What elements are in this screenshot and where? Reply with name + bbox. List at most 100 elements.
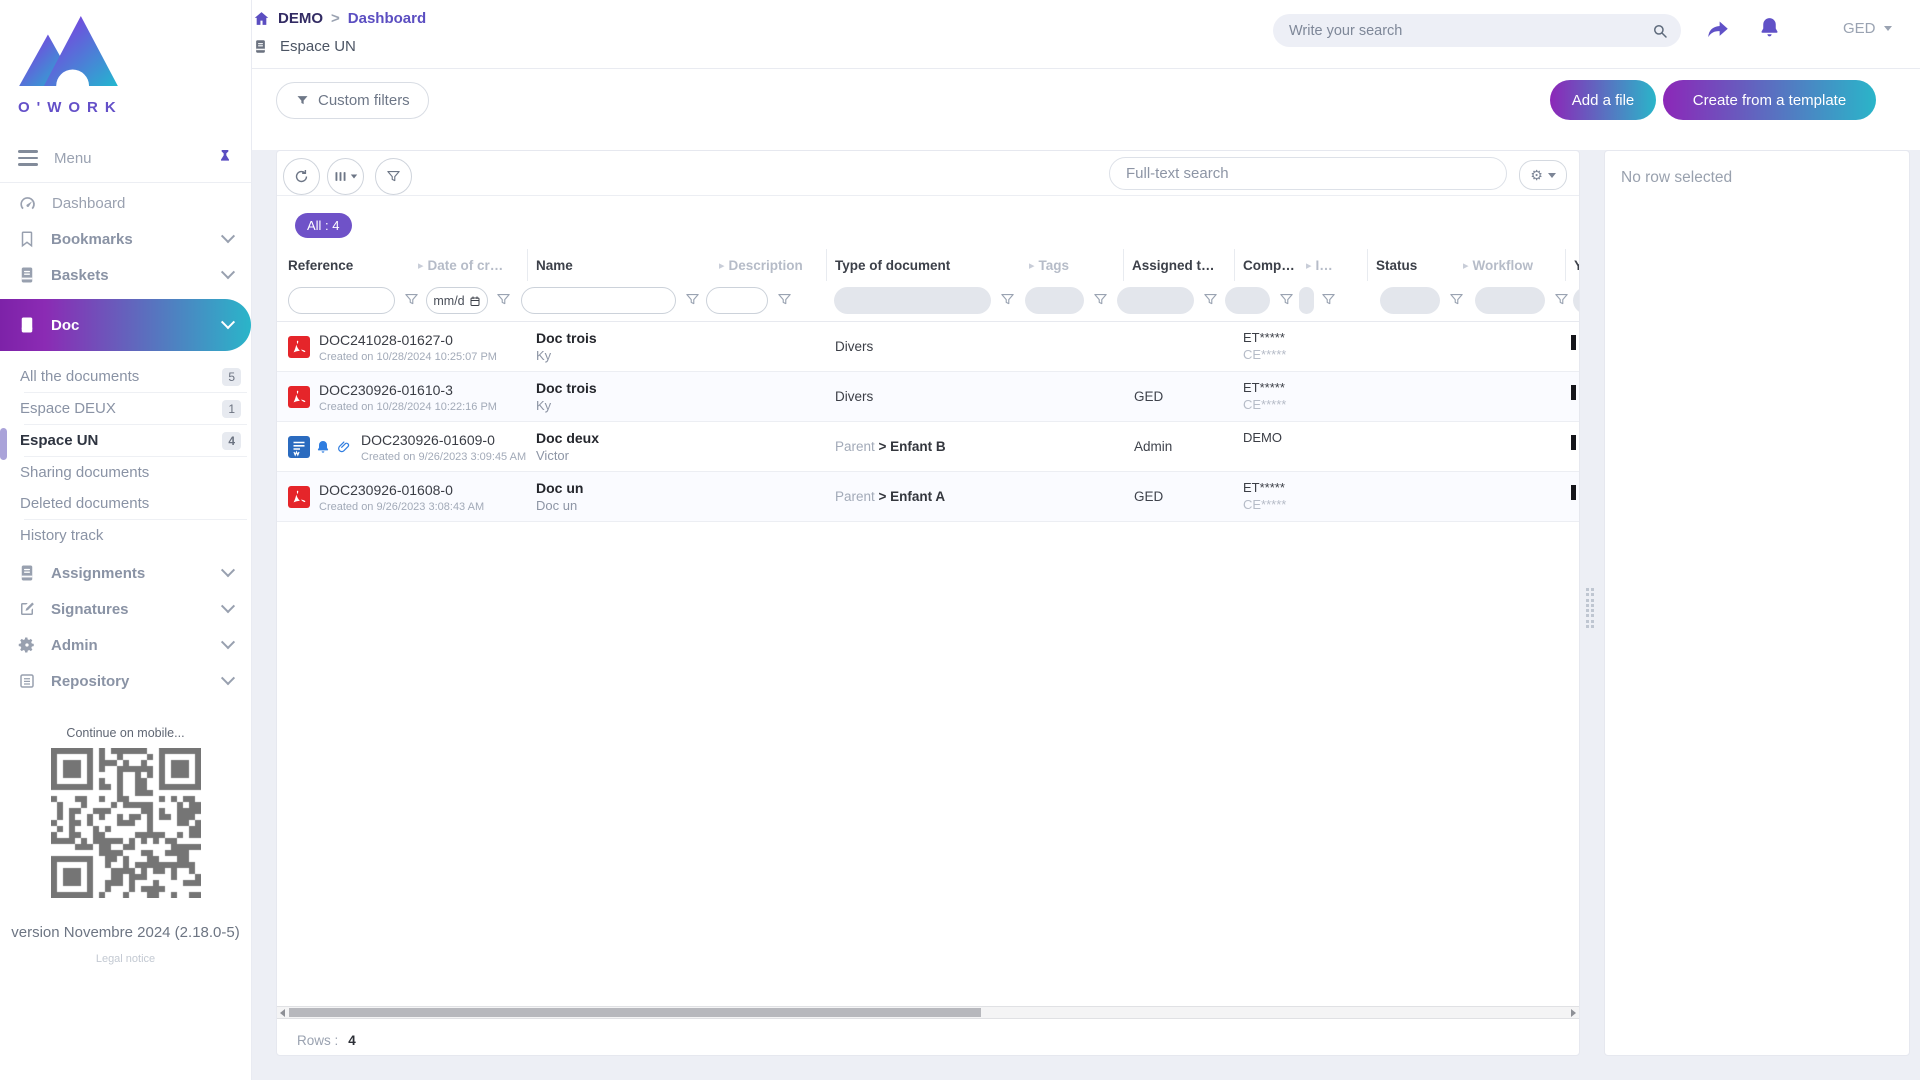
name-cell: Doc trois Ky	[536, 330, 597, 363]
funnel-icon[interactable]	[403, 291, 420, 308]
document-reference: DOC230926-01610-3	[319, 381, 453, 398]
filter-date-input[interactable]: mm/d	[426, 287, 488, 314]
funnel-icon[interactable]	[1202, 291, 1219, 308]
funnel-icon[interactable]	[1278, 291, 1295, 308]
sidebar-item-deleted-documents[interactable]: Deleted documents	[0, 488, 251, 519]
filter-description-input[interactable]	[707, 288, 767, 313]
sidebar-item-signatures[interactable]: Signatures	[0, 591, 251, 627]
chevron-down-icon	[220, 229, 236, 244]
funnel-icon[interactable]	[999, 291, 1016, 308]
table-row[interactable]: DOC241028-01627-0 Created on 10/28/2024 …	[277, 322, 1579, 372]
reference-cell: DOC241028-01627-0 Created on 10/28/2024 …	[288, 322, 497, 372]
column-header-tags[interactable]: Tags	[1029, 249, 1121, 281]
filter-workflow[interactable]	[1475, 287, 1545, 314]
search-icon[interactable]	[1651, 22, 1669, 40]
sidebar-item-doc[interactable]: Doc	[0, 299, 251, 351]
page-subtitle: Espace UN	[253, 38, 356, 55]
columns-button[interactable]	[327, 158, 364, 195]
filters-button[interactable]	[375, 158, 412, 195]
scroll-right-arrow[interactable]	[1571, 1009, 1576, 1017]
filter-type[interactable]	[834, 287, 991, 314]
sidebar-item-admin[interactable]: Admin	[0, 627, 251, 663]
result-count-badge[interactable]: All : 4	[295, 213, 352, 238]
sidebar-item-espace-un[interactable]: Espace UN 4	[0, 425, 251, 456]
document-created: Created on 10/28/2024 10:22:16 PM	[319, 400, 497, 413]
panel-resize-handle[interactable]	[1586, 588, 1596, 628]
create-from-template-button[interactable]: Create from a template	[1663, 80, 1876, 120]
menu-toggle[interactable]: Menu	[0, 140, 251, 176]
fulltext-search-input[interactable]	[1109, 157, 1507, 190]
column-header-description[interactable]: Description	[719, 249, 823, 281]
funnel-icon[interactable]	[1448, 291, 1465, 308]
funnel-icon[interactable]	[1553, 291, 1570, 308]
sidebar-item-assignments[interactable]: Assignments	[0, 555, 251, 591]
notifications-button[interactable]	[1757, 15, 1782, 45]
column-header-status[interactable]: Status	[1367, 249, 1470, 281]
funnel-icon[interactable]	[1092, 291, 1109, 308]
sidebar-item-all-documents[interactable]: All the documents 5	[0, 361, 251, 392]
breadcrumb-root[interactable]: DEMO	[278, 10, 323, 27]
app-window: O'WORK Menu Dashboard Bookmarks Baskets …	[0, 0, 1920, 1080]
sidebar-item-repository[interactable]: Repository	[0, 663, 251, 699]
filter-name-input[interactable]	[522, 288, 675, 313]
hamburger-icon	[18, 150, 38, 166]
filter-i[interactable]	[1299, 287, 1314, 314]
global-search-input[interactable]	[1277, 22, 1651, 39]
sidebar-item-baskets[interactable]: Baskets	[0, 257, 251, 293]
filter-company[interactable]	[1225, 287, 1270, 314]
column-header-company[interactable]: Comp…	[1234, 249, 1313, 281]
grid-filter-row: mm/d	[277, 283, 1579, 320]
column-header-i[interactable]: I…	[1306, 249, 1364, 281]
sidebar-item-dashboard[interactable]: Dashboard	[0, 185, 251, 221]
sub-item-label: History track	[20, 527, 104, 544]
filter-tags[interactable]	[1025, 287, 1084, 314]
table-row[interactable]: DOC230926-01609-0 Created on 9/26/2023 3…	[277, 422, 1579, 472]
legal-notice-link[interactable]: Legal notice	[0, 953, 251, 965]
column-header-workflow[interactable]: Workflow	[1463, 249, 1563, 281]
document-type: > Enfant A	[878, 489, 946, 504]
sidebar-item-history-track[interactable]: History track	[0, 520, 251, 551]
sidebar-item-espace-deux[interactable]: Espace DEUX 1	[0, 393, 251, 424]
company-value-2: CE*****	[1243, 497, 1287, 512]
grid-settings-button[interactable]: ⚙	[1519, 160, 1567, 190]
funnel-icon[interactable]	[684, 291, 701, 308]
filter-y[interactable]	[1573, 287, 1579, 314]
table-row[interactable]: DOC230926-01608-0 Created on 9/26/2023 3…	[277, 472, 1579, 522]
home-icon[interactable]	[253, 10, 270, 27]
filter-status[interactable]	[1380, 287, 1440, 314]
custom-filters-button[interactable]: Custom filters	[276, 82, 429, 119]
scrollbar-thumb[interactable]	[289, 1008, 981, 1017]
column-header-type[interactable]: Type of document	[826, 249, 1035, 281]
columns-icon	[335, 172, 346, 181]
funnel-icon[interactable]	[1320, 291, 1337, 308]
create-from-template-label: Create from a template	[1692, 91, 1847, 109]
sidebar-scrollbar-thumb[interactable]	[0, 428, 7, 460]
column-header-date[interactable]: Date of cr…	[418, 249, 522, 281]
chevron-down-icon	[220, 671, 236, 686]
user-menu[interactable]: GED	[1843, 20, 1892, 37]
company-cell: DEMO	[1243, 430, 1282, 447]
sidebar-item-bookmarks[interactable]: Bookmarks	[0, 221, 251, 257]
breadcrumb-current[interactable]: Dashboard	[348, 10, 426, 27]
doc-book-icon	[18, 316, 36, 334]
filter-reference-input[interactable]	[289, 288, 394, 313]
column-header-y[interactable]: Y…	[1565, 249, 1579, 281]
app-logo[interactable]: O'WORK	[0, 0, 251, 116]
share-button[interactable]	[1705, 17, 1731, 48]
scroll-left-arrow[interactable]	[280, 1009, 285, 1017]
logo-mountain-icon	[19, 16, 118, 86]
column-header-name[interactable]: Name	[527, 249, 726, 281]
column-header-reference[interactable]: Reference	[288, 249, 416, 281]
filter-assigned[interactable]	[1117, 287, 1194, 314]
sidebar-item-sharing-documents[interactable]: Sharing documents	[0, 457, 251, 488]
horizontal-scrollbar[interactable]	[277, 1006, 1579, 1019]
refresh-button[interactable]	[283, 158, 320, 195]
funnel-icon[interactable]	[776, 291, 793, 308]
add-file-button[interactable]: Add a file	[1550, 80, 1656, 120]
gear-icon: ⚙	[1530, 166, 1543, 183]
chevron-down-icon	[220, 315, 236, 330]
table-row[interactable]: DOC230926-01610-3 Created on 10/28/2024 …	[277, 372, 1579, 422]
funnel-icon[interactable]	[495, 291, 512, 308]
pin-icon[interactable]	[217, 148, 233, 168]
column-header-assigned[interactable]: Assigned t…	[1123, 249, 1240, 281]
